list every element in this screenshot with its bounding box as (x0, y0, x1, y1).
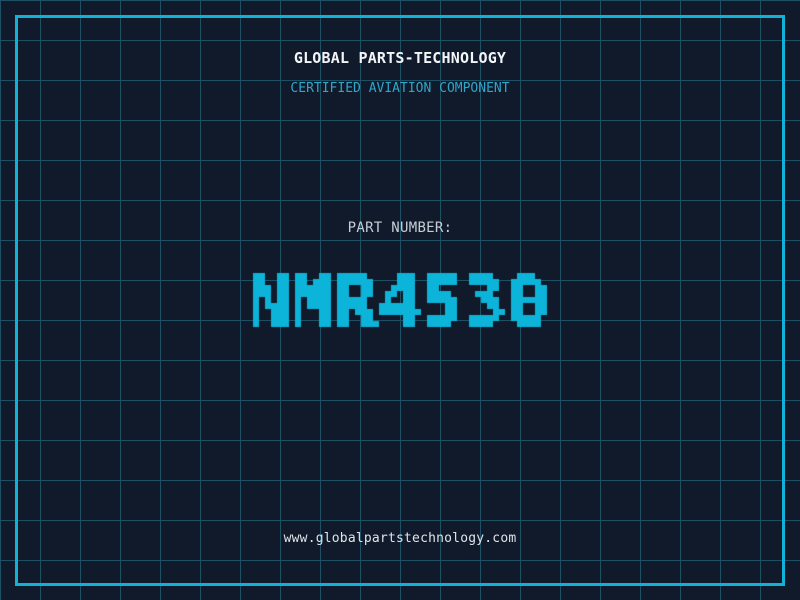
part-number-label: PART NUMBER: (347, 220, 453, 236)
part-number-value (241, 255, 559, 351)
certification-subtitle: CERTIFIED AVIATION COMPONENT (290, 81, 510, 96)
website-url: www.globalpartstechnology.com (283, 531, 517, 546)
company-name: GLOBAL PARTS-TECHNOLOGY (293, 49, 507, 67)
